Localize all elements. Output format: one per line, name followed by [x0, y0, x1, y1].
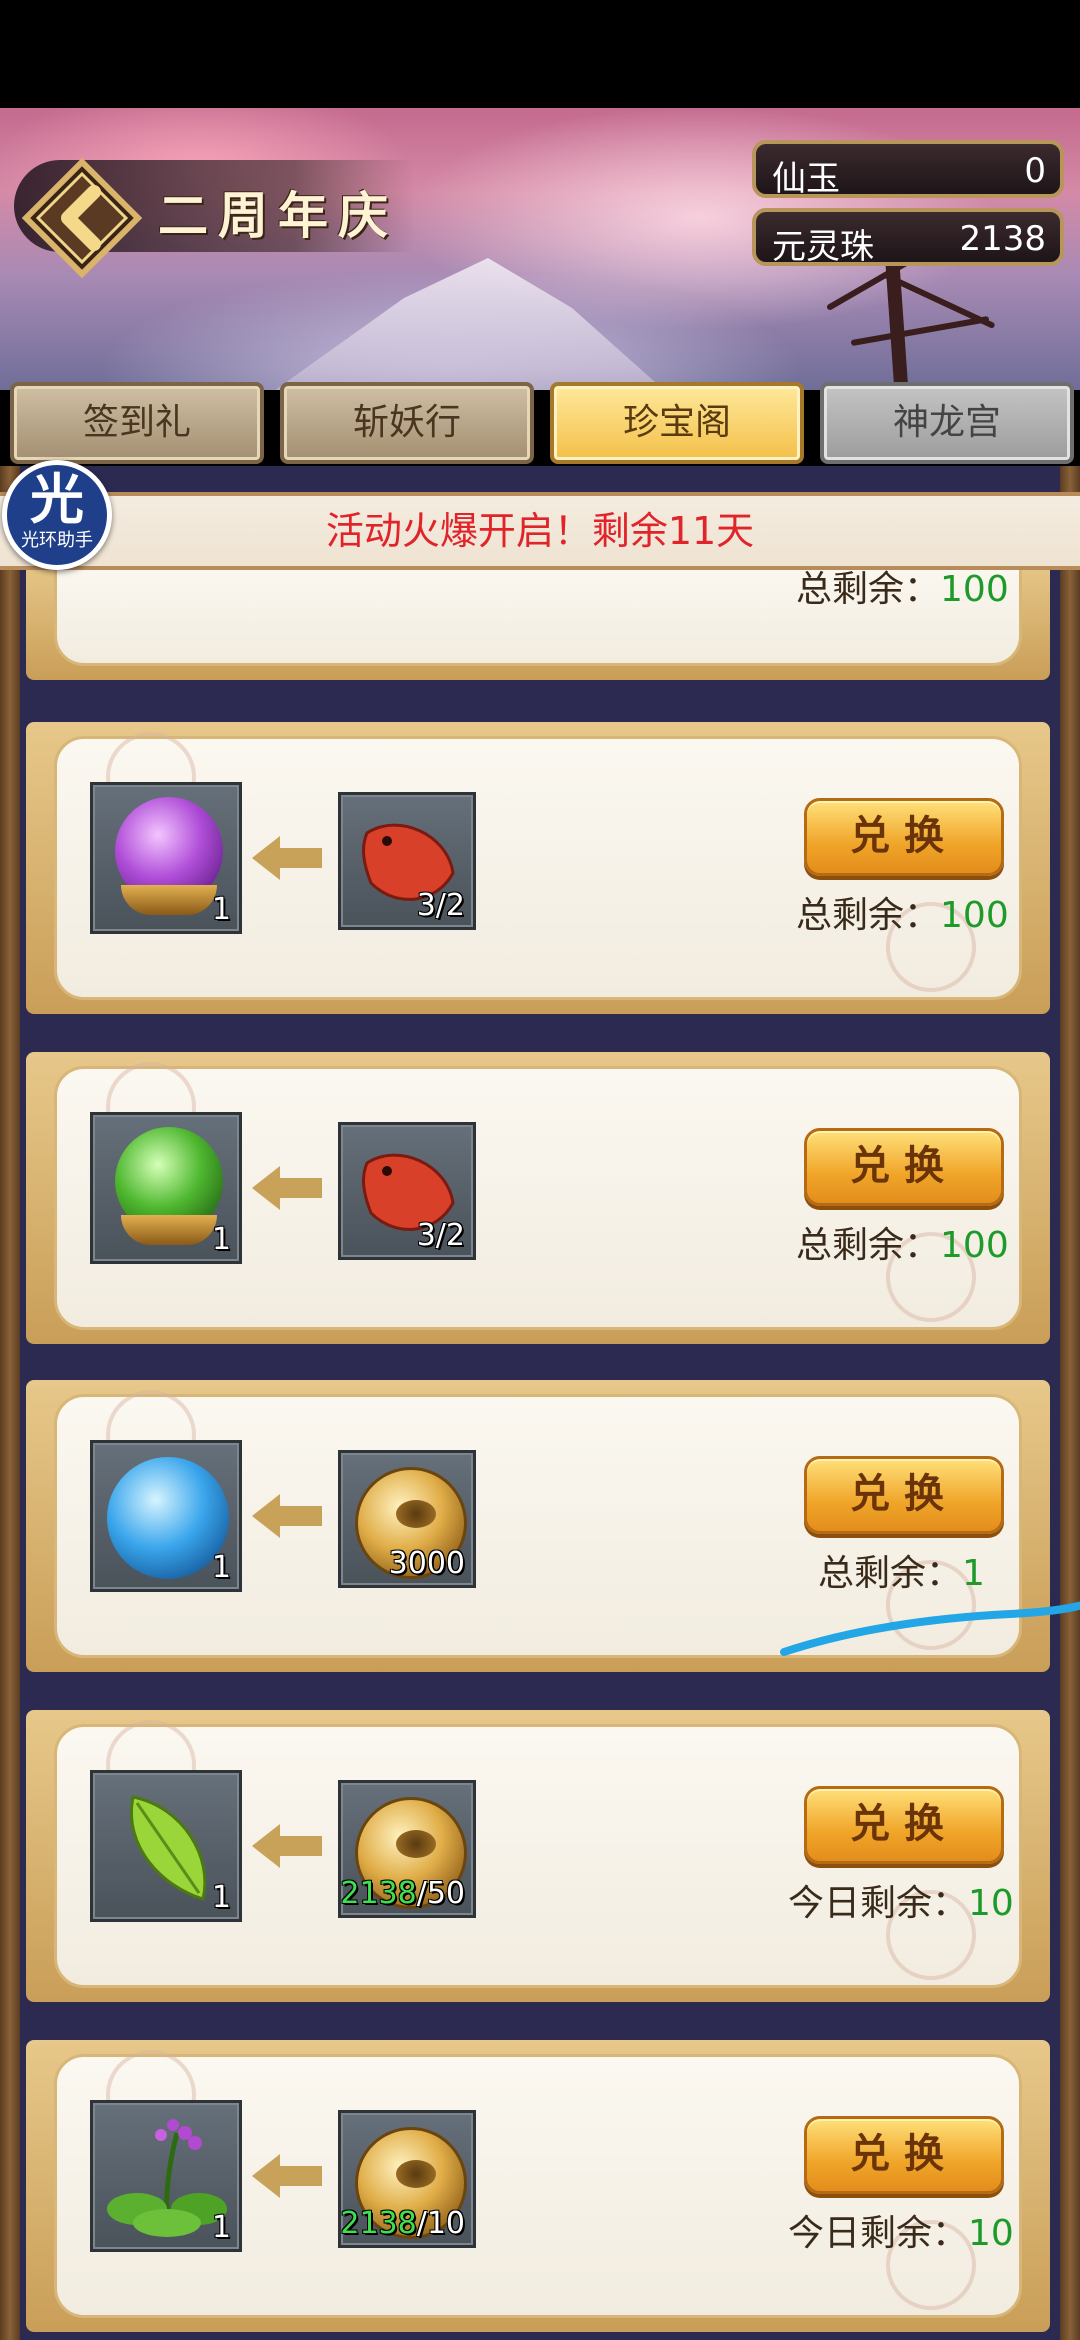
back-button[interactable] — [21, 157, 143, 279]
cost-qty: 3/2 — [416, 888, 465, 923]
exchange-button[interactable]: 兑换 — [804, 1456, 1004, 1534]
cost-qty: 2138/50 — [340, 1876, 465, 1911]
cost-item-slot[interactable]: 3/2 — [338, 792, 476, 930]
arrow-left-icon — [252, 1824, 322, 1868]
tree-branch — [850, 315, 990, 347]
currency-value: 2138 — [959, 219, 1046, 259]
exchange-card: 1 2138/50 兑换 今日剩余：10 — [26, 1710, 1050, 2002]
reward-item-slot[interactable]: 1 — [90, 2100, 242, 2252]
remain-text: 今日剩余：10 — [788, 1883, 1014, 1924]
currency-value: 0 — [1024, 151, 1046, 191]
tab-bar: 签到礼 斩妖行 珍宝阁 神龙宫 — [0, 382, 1080, 466]
reward-qty: 1 — [211, 1550, 231, 1585]
cost-qty: 3000 — [388, 1546, 465, 1581]
mountain-illustration — [180, 258, 740, 390]
back-chevron-icon — [21, 157, 143, 279]
reward-qty: 1 — [211, 2210, 231, 2245]
cost-item-slot[interactable]: 2138/50 — [338, 1780, 476, 1918]
arrow-left-icon — [252, 1494, 322, 1538]
panel-border-right — [1060, 466, 1080, 2340]
exchange-button[interactable]: 兑换 — [804, 1128, 1004, 1206]
exchange-button[interactable]: 兑换 — [804, 798, 1004, 876]
currency-label: 元灵珠 — [772, 227, 874, 267]
reward-item-slot[interactable]: 1 — [90, 782, 242, 934]
helper-badge-glyph: 光 — [30, 468, 84, 531]
arrow-left-icon — [252, 2154, 322, 2198]
exchange-button[interactable]: 兑换 — [804, 1786, 1004, 1864]
orb-stand — [121, 885, 217, 915]
cost-qty: 3/2 — [416, 1218, 465, 1253]
orb-stand — [121, 1215, 217, 1245]
blue-beast-orb-icon — [107, 1457, 229, 1579]
currency-label: 仙玉 — [772, 159, 840, 199]
reward-item-slot[interactable]: 1 — [90, 1770, 242, 1922]
event-notice: 活动火爆开启！剩余11天 — [0, 492, 1080, 570]
arrow-left-icon — [252, 836, 322, 880]
exchange-card: 1 3/2 兑换 总剩余：100 — [26, 1052, 1050, 1344]
reward-item-slot[interactable]: 1 — [90, 1112, 242, 1264]
cost-item-slot[interactable]: 2138/10 — [338, 2110, 476, 2248]
exchange-card: 1 2138/10 兑换 今日剩余：10 — [26, 2040, 1050, 2332]
currency-yuanlingzhu: 元灵珠 2138 — [752, 208, 1064, 267]
cost-item-slot[interactable]: 3000 — [338, 1450, 476, 1588]
tab-sign-in[interactable]: 签到礼 — [10, 382, 264, 464]
tab-treasure-pavilion[interactable]: 珍宝阁 — [550, 382, 804, 464]
cost-item-slot[interactable]: 3/2 — [338, 1122, 476, 1260]
exchange-card-partial: 总剩余：100 — [26, 560, 1050, 680]
page-title: 二周年庆 — [158, 186, 398, 245]
status-bar — [0, 0, 1080, 108]
reward-item-slot[interactable]: 1 — [90, 1440, 242, 1592]
exchange-card: 1 3/2 兑换 总剩余：100 — [26, 722, 1050, 1014]
exchange-button[interactable]: 兑换 — [804, 2116, 1004, 2194]
remain-text: 总剩余：100 — [796, 895, 1009, 936]
arrow-left-icon — [252, 1166, 322, 1210]
remain-text: 总剩余：100 — [796, 1225, 1009, 1266]
reward-qty: 1 — [211, 1222, 231, 1257]
remain-text: 今日剩余：10 — [788, 2213, 1014, 2254]
reward-qty: 1 — [211, 892, 231, 927]
helper-assistant-badge[interactable]: 光 光环助手 — [2, 460, 112, 570]
tab-dragon-palace[interactable]: 神龙宫 — [820, 382, 1074, 464]
annotation-stroke — [780, 1601, 1080, 1656]
panel-border-left — [0, 466, 20, 2340]
green-leaf-icon — [130, 1795, 207, 1901]
reward-qty: 1 — [211, 1880, 231, 1915]
currency-xianyu: 仙玉 0 — [752, 140, 1064, 199]
tab-demon-slay[interactable]: 斩妖行 — [280, 382, 534, 464]
cost-qty: 2138/10 — [340, 2206, 465, 2241]
flower-sprout-icon — [107, 2119, 227, 2237]
helper-badge-label: 光环助手 — [21, 530, 93, 551]
